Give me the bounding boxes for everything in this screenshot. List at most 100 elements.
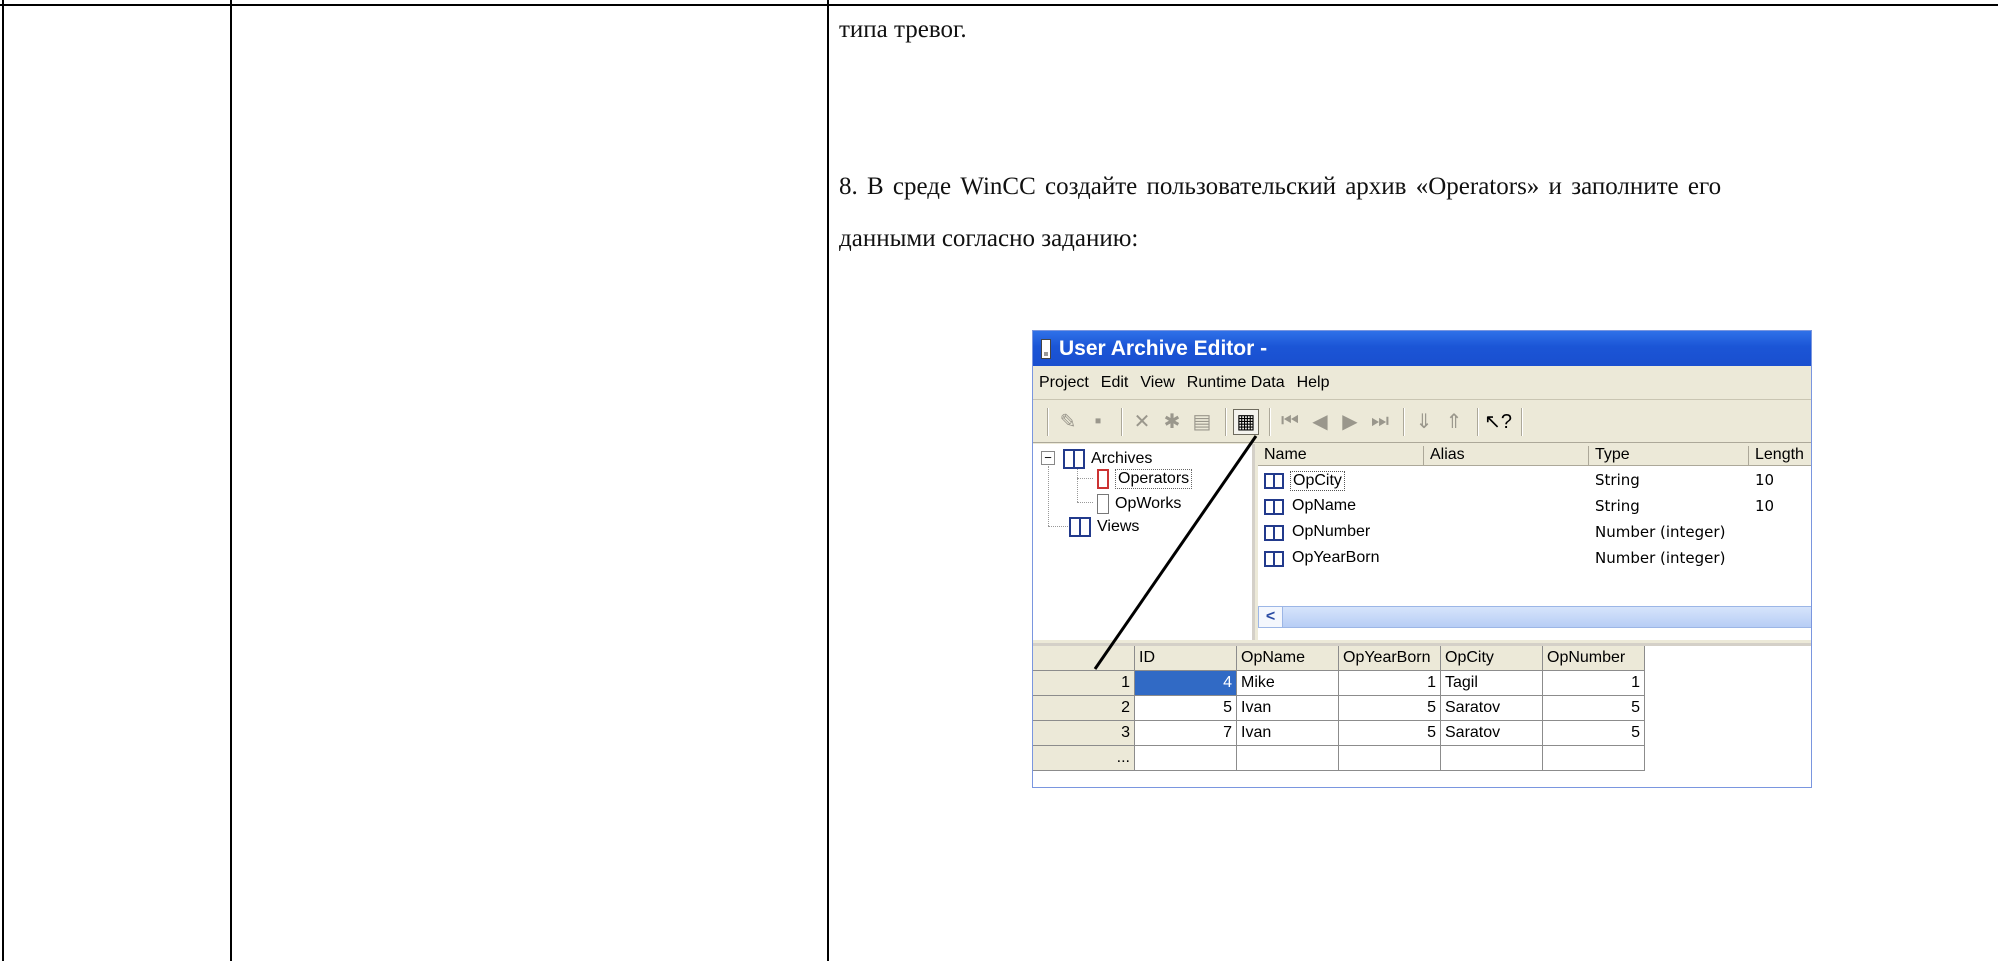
grid-header-opyearborn[interactable]: OpYearBorn	[1339, 646, 1441, 671]
field-row[interactable]: OpNumber Number (integer)	[1258, 520, 1811, 546]
field-length: 10	[1755, 471, 1775, 489]
horizontal-scrollbar[interactable]: <	[1258, 606, 1811, 628]
grid-corner	[1033, 646, 1135, 671]
grid-header-opname[interactable]: OpName	[1237, 646, 1339, 671]
grid-cell-opnumber[interactable]: 5	[1543, 721, 1645, 746]
toolbar-separator	[1269, 407, 1271, 436]
toolbar-separator	[1403, 407, 1405, 436]
task-step-8-line2: данными согласно заданию:	[839, 225, 1139, 252]
view-icon	[1069, 517, 1091, 537]
grid-cell-opyearborn[interactable]: 1	[1339, 671, 1441, 696]
field-row[interactable]: OpName String 10	[1258, 494, 1811, 520]
toolbar-grip	[1047, 407, 1049, 436]
menu-view[interactable]: View	[1140, 374, 1174, 392]
text-line-top: типа тревог.	[839, 16, 967, 43]
archive-data-grid: ID OpName OpYearBorn OpCity OpNumber 1 4…	[1033, 643, 1811, 787]
app-icon	[1041, 338, 1051, 359]
properties-icon[interactable]: ▤	[1189, 409, 1215, 435]
table-column-divider-1	[230, 0, 232, 961]
grid-cell-opcity[interactable]: Tagil	[1441, 671, 1543, 696]
export-icon[interactable]: ⇑	[1441, 409, 1467, 435]
tree-label-archives: Archives	[1091, 450, 1153, 467]
edit-icon[interactable]: ✎	[1055, 409, 1081, 435]
toolbar-separator	[1521, 407, 1523, 436]
grid-header-opnumber[interactable]: OpNumber	[1543, 646, 1645, 671]
tree-line	[1077, 468, 1078, 502]
grid-cell-opcity[interactable]: Saratov	[1441, 721, 1543, 746]
import-icon[interactable]: ⇓	[1411, 409, 1437, 435]
tree-line	[1048, 526, 1068, 527]
grid-cell-opnumber[interactable]: 5	[1543, 696, 1645, 721]
table-left-border	[2, 0, 4, 961]
fields-list: Name Alias Type Length OpCity String 10 …	[1258, 444, 1811, 640]
grid-cell-id[interactable]: 4	[1135, 671, 1237, 696]
field-type: Number (integer)	[1595, 523, 1726, 541]
archive-icon	[1063, 449, 1085, 469]
field-name: OpCity	[1290, 471, 1345, 491]
grid-row-number[interactable]: 2	[1033, 696, 1135, 721]
table-view-icon[interactable]: ▦	[1233, 408, 1259, 435]
grid-row-number[interactable]: 1	[1033, 671, 1135, 696]
field-row[interactable]: OpCity String 10	[1258, 468, 1811, 494]
grid-header-opcity[interactable]: OpCity	[1441, 646, 1543, 671]
toolbar-separator	[1225, 407, 1227, 436]
menu-help[interactable]: Help	[1297, 374, 1330, 392]
grid-cell-empty[interactable]	[1339, 746, 1441, 771]
task-step-8-line1: 8. В среде WinCC создайте пользовательск…	[839, 173, 1722, 200]
next-record-icon[interactable]: ▶	[1337, 409, 1363, 435]
grid-cell-opcity[interactable]: Saratov	[1441, 696, 1543, 721]
help-pointer-icon[interactable]: ↖?	[1484, 409, 1512, 435]
grid-cell-empty[interactable]	[1135, 746, 1237, 771]
menu-project[interactable]: Project	[1039, 374, 1089, 392]
new-field-icon[interactable]: ✱	[1159, 409, 1185, 435]
field-type: Number (integer)	[1595, 549, 1726, 567]
menu-runtime-data[interactable]: Runtime Data	[1187, 374, 1285, 392]
toolbar: ✎ ▪ ✕ ✱ ▤ ▦ ⏮ ◀ ▶ ⏭ ⇓ ⇑ ↖?	[1033, 401, 1811, 443]
grid-header-id[interactable]: ID	[1135, 646, 1237, 671]
tree-item-archives[interactable]: Archives	[1063, 449, 1152, 469]
grid-cell-empty[interactable]	[1441, 746, 1543, 771]
grid-cell-opyearborn[interactable]: 5	[1339, 721, 1441, 746]
tree-item-operators[interactable]: Operators	[1097, 469, 1193, 489]
column-header-length[interactable]: Length	[1749, 446, 1811, 466]
field-name: OpNumber	[1292, 523, 1371, 540]
window-titlebar: User Archive Editor -	[1033, 331, 1811, 366]
tree-label-opworks: OpWorks	[1115, 495, 1182, 512]
field-icon	[1264, 499, 1284, 515]
user-archive-editor-screenshot: User Archive Editor - Project Edit View …	[1032, 330, 1812, 788]
tree-item-opworks[interactable]: OpWorks	[1097, 494, 1181, 514]
grid-cell-id[interactable]: 5	[1135, 696, 1237, 721]
tree-item-views[interactable]: Views	[1069, 517, 1139, 537]
grid-cell-id[interactable]: 7	[1135, 721, 1237, 746]
save-icon[interactable]: ▪	[1085, 409, 1111, 435]
grid-cell-opname[interactable]: Mike	[1237, 671, 1339, 696]
column-header-name[interactable]: Name	[1258, 446, 1424, 466]
field-type: String	[1595, 471, 1640, 489]
grid-cell-opnumber[interactable]: 1	[1543, 671, 1645, 696]
menu-edit[interactable]: Edit	[1101, 374, 1129, 392]
field-icon	[1264, 473, 1284, 489]
user-archive-icon	[1097, 494, 1109, 514]
grid-cell-opname[interactable]: Ivan	[1237, 721, 1339, 746]
tree-label-operators: Operators	[1115, 469, 1193, 489]
grid-new-row-marker[interactable]: ...	[1033, 746, 1135, 771]
first-record-icon[interactable]: ⏮	[1277, 409, 1303, 435]
grid-cell-empty[interactable]	[1237, 746, 1339, 771]
column-header-type[interactable]: Type	[1589, 446, 1749, 466]
grid-cell-empty[interactable]	[1543, 746, 1645, 771]
previous-record-icon[interactable]: ◀	[1307, 409, 1333, 435]
tree-line	[1048, 466, 1049, 526]
grid-cell-opyearborn[interactable]: 5	[1339, 696, 1441, 721]
grid-row-number[interactable]: 3	[1033, 721, 1135, 746]
fields-list-header: Name Alias Type Length	[1258, 444, 1811, 466]
delete-icon[interactable]: ✕	[1129, 409, 1155, 435]
field-length: 10	[1755, 497, 1775, 515]
scroll-left-icon[interactable]: <	[1259, 607, 1283, 627]
last-record-icon[interactable]: ⏭	[1367, 409, 1393, 435]
grid-cell-opname[interactable]: Ivan	[1237, 696, 1339, 721]
column-header-alias[interactable]: Alias	[1424, 446, 1589, 466]
tree-label-views: Views	[1097, 518, 1140, 535]
toolbar-separator	[1121, 407, 1123, 436]
field-row[interactable]: OpYearBorn Number (integer)	[1258, 546, 1811, 572]
collapse-icon[interactable]: −	[1041, 451, 1055, 465]
